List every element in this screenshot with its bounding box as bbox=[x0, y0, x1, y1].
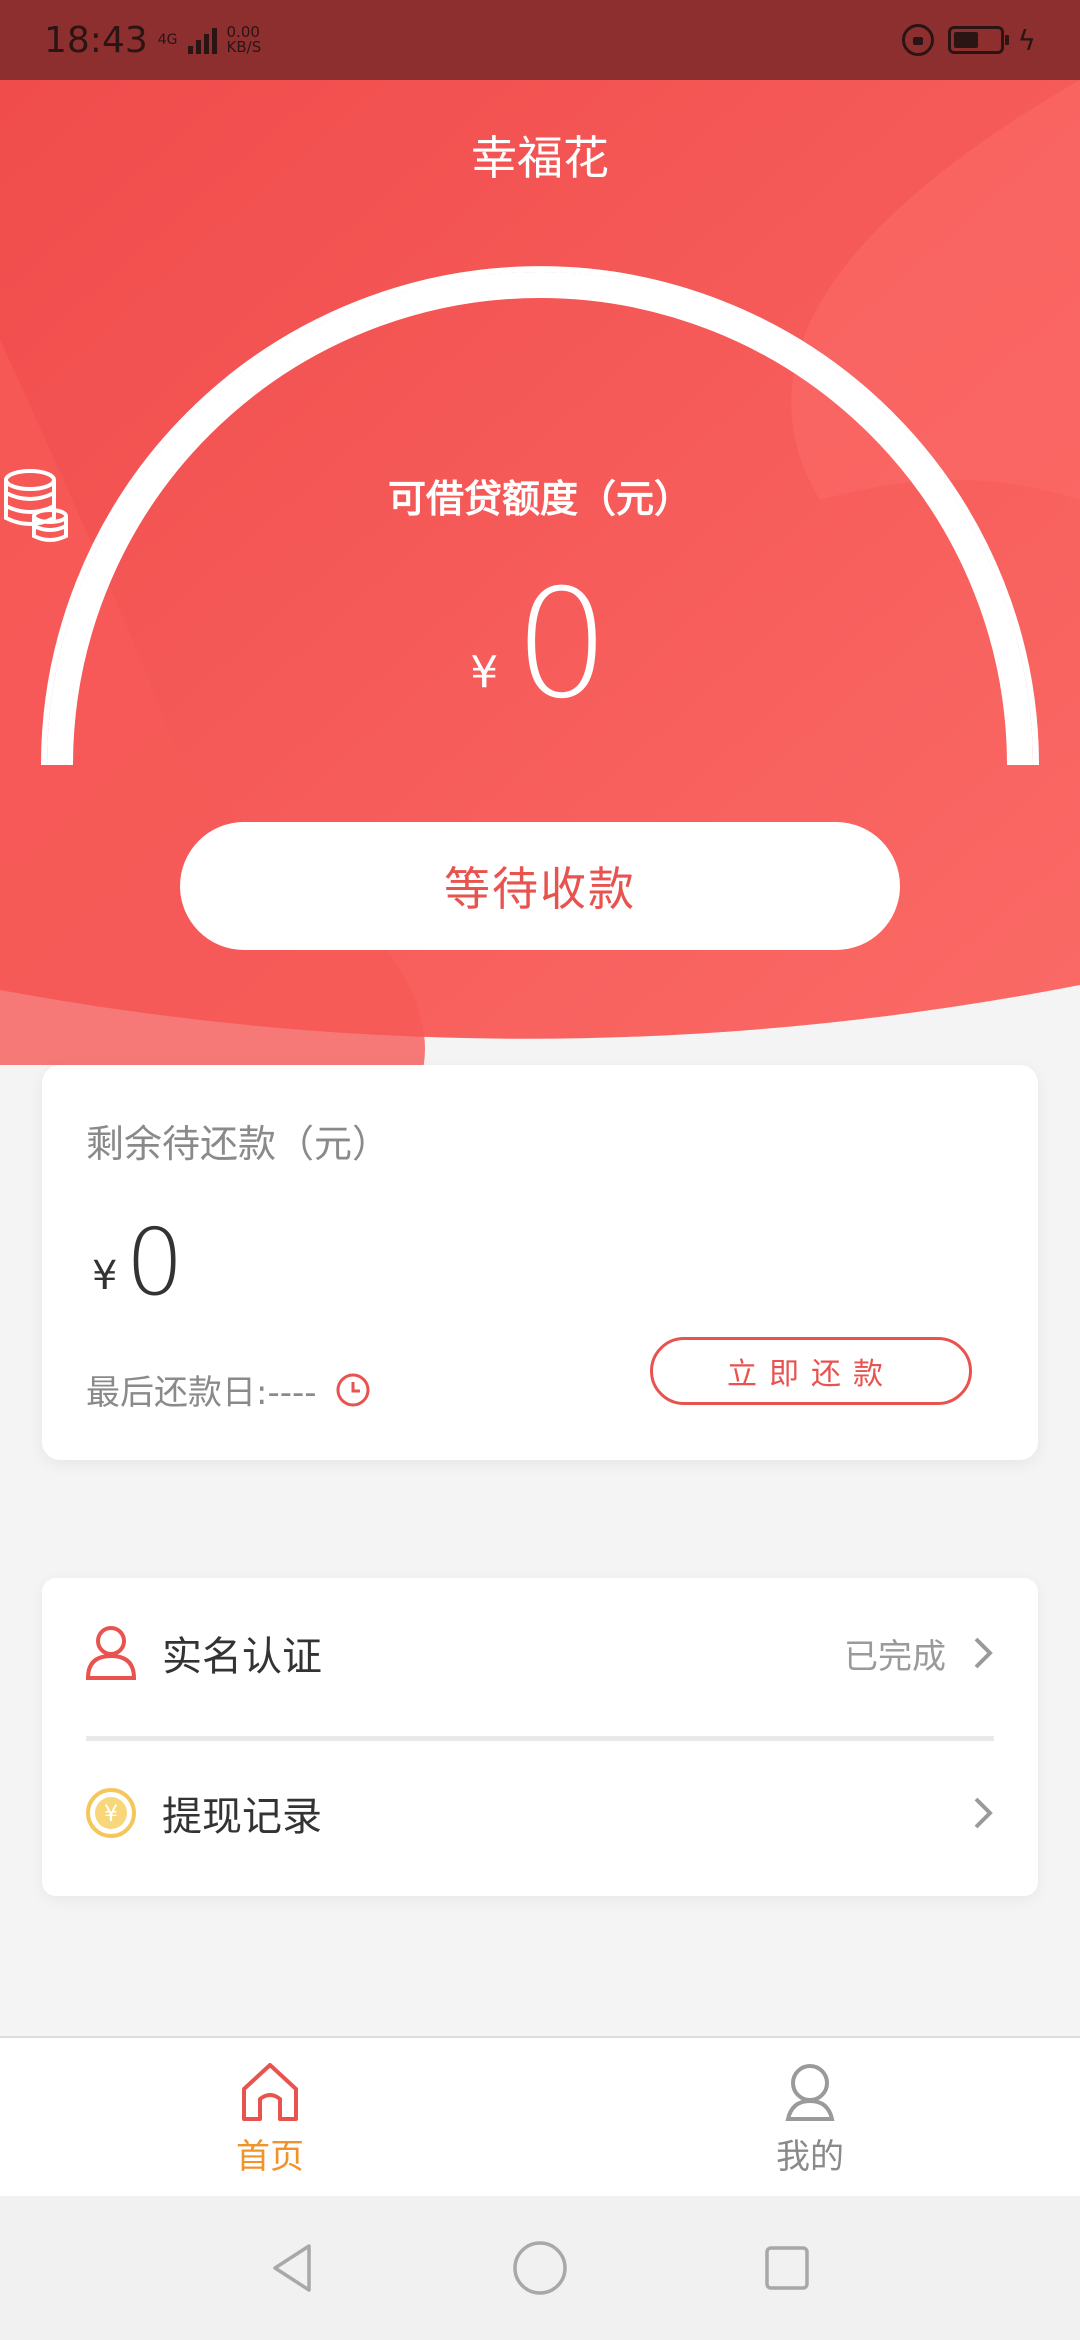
verification-status: 已完成 bbox=[844, 1636, 946, 1677]
menu-item-label: 提现记录 bbox=[162, 1794, 322, 1840]
repayment-amount: 0 bbox=[125, 1209, 184, 1316]
speed-unit: KB/S bbox=[226, 38, 262, 56]
menu-item-real-name-verification[interactable]: 实名认证 已完成 bbox=[42, 1578, 1038, 1728]
repayment-card: 剩余待还款（元） ¥ 0 最后还款日:---- 立即还款 bbox=[42, 1065, 1038, 1460]
credit-currency: ¥ bbox=[470, 647, 499, 698]
clock-icon bbox=[336, 1373, 370, 1406]
status-right: ϟ bbox=[901, 23, 1036, 57]
tab-mine-label: 我的 bbox=[776, 2136, 844, 2177]
repay-now-button[interactable]: 立即还款 bbox=[650, 1337, 972, 1405]
tab-home-label: 首页 bbox=[236, 2136, 304, 2177]
menu-card: 实名认证 已完成 ¥ 提现记录 bbox=[42, 1578, 1038, 1896]
credit-hero: 幸福花 可借贷额度（元） ¥ 0 等待收款 bbox=[0, 80, 1080, 1065]
credit-amount-row: ¥ 0 bbox=[0, 570, 1080, 720]
credit-label-row: 可借贷额度（元） bbox=[0, 468, 1080, 542]
repayment-amount-row: ¥ 0 bbox=[92, 1215, 184, 1311]
signal-icon bbox=[187, 26, 217, 54]
menu-item-withdrawal-records[interactable]: ¥ 提现记录 bbox=[42, 1738, 1038, 1888]
user-icon bbox=[85, 1626, 137, 1680]
credit-limit-label: 可借贷额度（元） bbox=[387, 477, 692, 521]
wait-for-payment-button[interactable]: 等待收款 bbox=[180, 822, 900, 950]
menu-item-label: 实名认证 bbox=[162, 1634, 322, 1680]
svg-text:¥: ¥ bbox=[104, 1802, 118, 1827]
battery-icon bbox=[947, 26, 1009, 54]
tab-home[interactable]: 首页 bbox=[0, 2038, 540, 2198]
last-repayment-date: 最后还款日:---- bbox=[86, 1373, 317, 1413]
system-nav-bar bbox=[0, 2196, 1080, 2340]
status-bar: 18:43 4G 0.00 KB/S ϟ bbox=[0, 0, 1080, 80]
status-left: 18:43 4G 0.00 KB/S bbox=[44, 20, 261, 61]
home-circle-icon[interactable] bbox=[510, 2238, 570, 2298]
remaining-repayment-title: 剩余待还款（元） bbox=[86, 1122, 391, 1166]
chevron-right-icon bbox=[974, 1797, 993, 1829]
profile-icon bbox=[785, 2063, 835, 2121]
recents-icon[interactable] bbox=[757, 2238, 817, 2298]
repayment-currency: ¥ bbox=[92, 1253, 118, 1299]
network-type: 4G bbox=[157, 31, 178, 48]
rotation-lock-icon bbox=[901, 24, 934, 56]
tab-mine[interactable]: 我的 bbox=[540, 2038, 1080, 2198]
app-title: 幸福花 bbox=[471, 131, 609, 185]
coins-icon bbox=[3, 469, 68, 542]
back-icon[interactable] bbox=[263, 2238, 323, 2298]
credit-limit-amount: 0 bbox=[514, 558, 610, 732]
yen-coin-icon: ¥ bbox=[86, 1788, 136, 1838]
due-date-row: 最后还款日:---- bbox=[86, 1365, 371, 1414]
chevron-right-icon bbox=[974, 1637, 993, 1669]
home-icon bbox=[242, 2062, 298, 2121]
status-time: 18:43 bbox=[44, 19, 148, 61]
charging-icon: ϟ bbox=[1017, 23, 1036, 57]
network-speed: 0.00 KB/S bbox=[227, 25, 262, 55]
bottom-nav: 首页 我的 bbox=[0, 2036, 1080, 2196]
